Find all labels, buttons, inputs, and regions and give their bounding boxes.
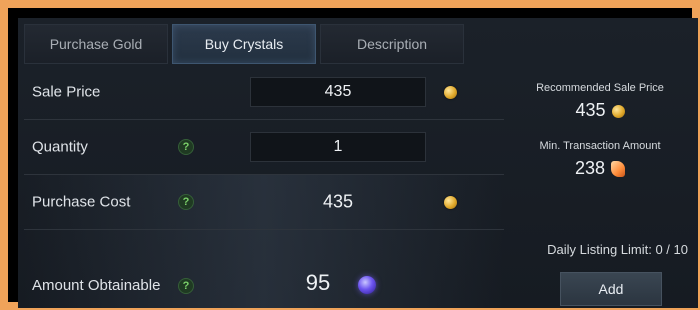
amount-obtainable-row: Amount Obtainable ? 95: [24, 230, 504, 308]
market-panel: Purchase Gold Buy Crystals Description S…: [18, 18, 698, 308]
quantity-input[interactable]: 1: [250, 132, 426, 162]
sale-price-row: Sale Price 435: [24, 65, 504, 120]
min-transaction-number: 238: [574, 158, 606, 178]
recommended-price-label: Recommended Sale Price: [536, 82, 664, 94]
window-frame: Purchase Gold Buy Crystals Description S…: [0, 0, 700, 310]
price-info: Recommended Sale Price 435 Min. Transact…: [510, 74, 690, 184]
purchase-cost-row: Purchase Cost ? 435: [24, 175, 504, 230]
help-icon[interactable]: ?: [178, 278, 194, 294]
recommended-price-value: 435: [510, 100, 690, 126]
amount-obtainable-value: 95: [305, 270, 331, 295]
sale-price-label: Sale Price: [32, 83, 101, 101]
tab-description[interactable]: Description: [320, 24, 464, 64]
crystal-icon: [358, 276, 376, 294]
tab-bar: Purchase Gold Buy Crystals Description: [24, 24, 464, 64]
sale-price-input[interactable]: 435: [250, 77, 426, 107]
purchase-cost-label: Purchase Cost: [32, 193, 131, 211]
tab-purchase-gold[interactable]: Purchase Gold: [24, 24, 168, 64]
gold-coin-icon: [444, 86, 457, 99]
min-transaction-value: 238: [510, 158, 690, 184]
quantity-row: Quantity ? 1: [24, 120, 504, 175]
gold-coin-icon: [444, 196, 457, 209]
help-icon[interactable]: ?: [178, 139, 194, 155]
help-icon[interactable]: ?: [178, 194, 194, 210]
exchange-ticket-icon: [611, 161, 626, 178]
min-transaction-label: Min. Transaction Amount: [539, 140, 661, 152]
daily-listing-limit: Daily Listing Limit: 0 / 10: [547, 242, 688, 257]
recommended-price-number: 435: [575, 100, 606, 120]
add-button[interactable]: Add: [560, 272, 662, 306]
quantity-label: Quantity: [32, 138, 88, 156]
tab-buy-crystals[interactable]: Buy Crystals: [172, 24, 316, 64]
gold-coin-icon: [611, 104, 625, 118]
purchase-cost-value: 435: [322, 191, 354, 212]
purchase-form: Sale Price 435 Quantity ? 1 Purchase Cos…: [24, 65, 504, 308]
amount-obtainable-label: Amount Obtainable: [32, 277, 161, 294]
